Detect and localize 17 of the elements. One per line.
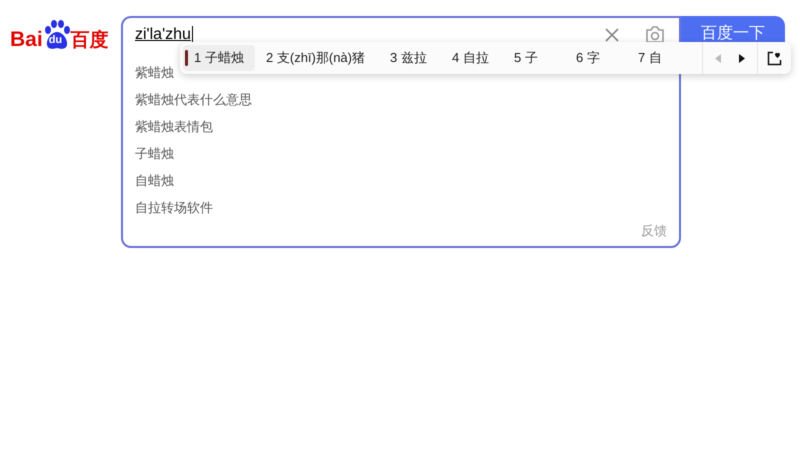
suggestion-item[interactable]: 自拉转场软件 <box>135 194 679 220</box>
suggestion-item[interactable]: 紫蜡烛表情包 <box>135 112 679 140</box>
camera-icon[interactable] <box>645 26 665 44</box>
suggestion-item[interactable]: 子蜡烛 <box>135 140 679 166</box>
ime-candidate[interactable]: 4 自拉 <box>441 45 503 71</box>
ime-candidate[interactable]: 2 支(zhī)那(nà)猪 <box>255 45 379 71</box>
suggestion-item[interactable]: 紫蜡烛代表什么意思 <box>135 86 679 112</box>
ime-candidate[interactable]: 6 字 <box>565 45 627 71</box>
logo-text: Bai <box>10 29 43 50</box>
logo-text: 百度 <box>70 31 109 50</box>
ime-candidate[interactable]: 1 子蜡烛 <box>183 45 255 71</box>
clear-icon[interactable] <box>605 28 619 42</box>
ime-candidate[interactable]: 3 兹拉 <box>379 45 441 71</box>
suggestion-item[interactable]: 自蜡烛 <box>135 166 679 194</box>
next-page-icon[interactable] <box>739 54 745 62</box>
heart-box-icon[interactable] <box>767 50 782 66</box>
ime-candidate[interactable]: 5 子 <box>503 45 565 71</box>
